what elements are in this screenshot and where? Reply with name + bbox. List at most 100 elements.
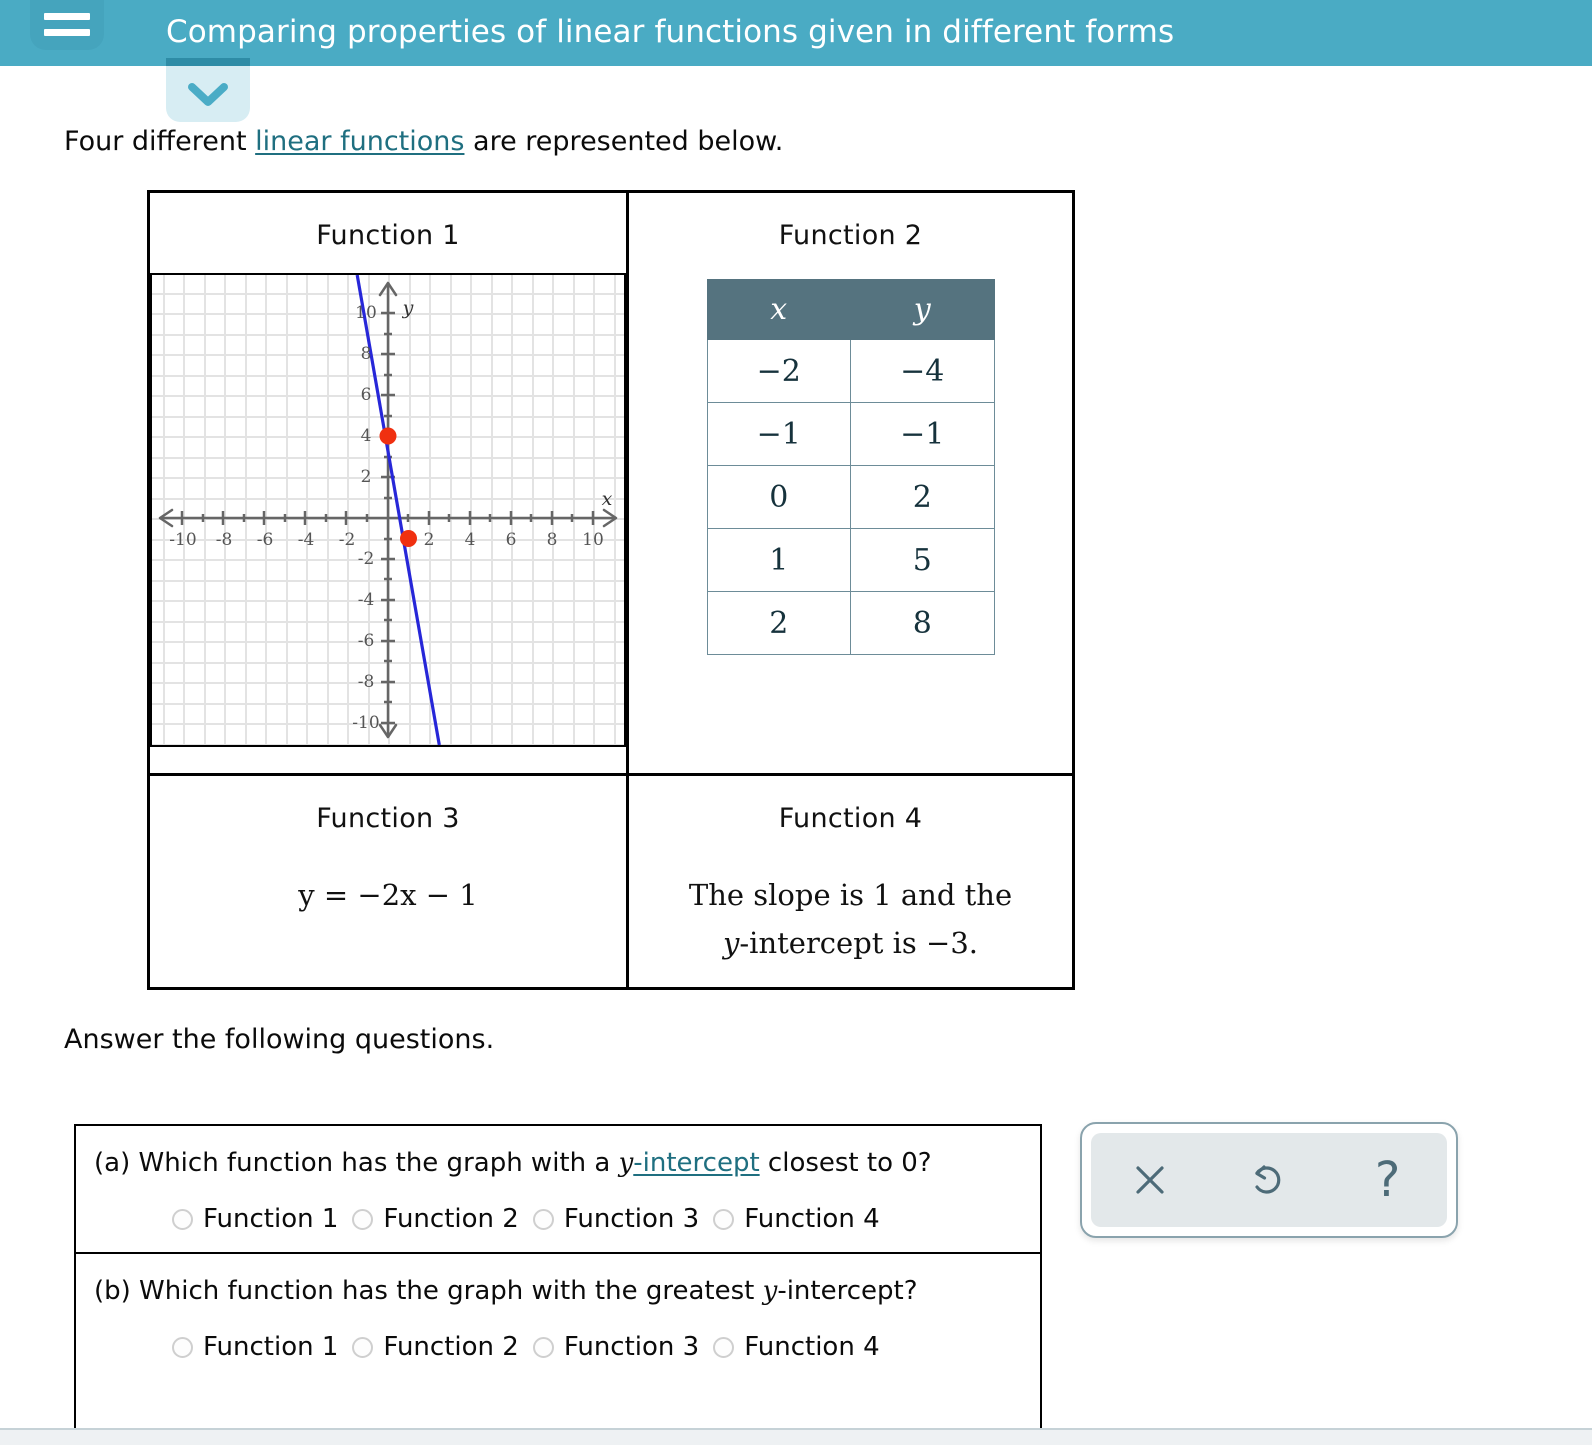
- function-2-table: x y −2 −4 −1 −1 0 2 1 5 2 8: [706, 279, 995, 655]
- question-b-tail: -intercept?: [777, 1276, 918, 1306]
- table-header-x: x: [706, 279, 851, 340]
- app-header: Comparing properties of linear functions…: [0, 0, 1592, 66]
- table-cell-x: −1: [706, 402, 851, 466]
- radio-button[interactable]: [532, 1336, 554, 1358]
- table-cell-x: −2: [706, 339, 851, 403]
- radio-option-label: Function 3: [563, 1332, 700, 1362]
- table-row: 28: [706, 591, 995, 655]
- radio-button[interactable]: [532, 1208, 554, 1230]
- table-row: −2 −4: [706, 339, 995, 403]
- question-b: (b) Which function has the graph with th…: [76, 1252, 1040, 1380]
- radio-option-4[interactable]: Function 4: [713, 1332, 880, 1362]
- y-tick-label: 2: [360, 467, 372, 487]
- table-cell-y: 5: [850, 528, 995, 592]
- radio-option-label: Function 2: [383, 1332, 519, 1362]
- table-cell-y: −4: [850, 339, 995, 403]
- table-row: 02: [706, 465, 995, 529]
- table-cell-x: 2: [706, 591, 851, 655]
- questions-box: (a) Which function has the graph with a …: [74, 1124, 1042, 1445]
- answer-toolbar-inner: ?: [1091, 1133, 1447, 1227]
- radio-option-4[interactable]: Function 4: [713, 1204, 880, 1234]
- function-1-graph: x y -10 -8 -6 -4 -2 2 4 6 8 10 10 8 6 4 2 -2 -4 -6 -8 -10: [150, 273, 626, 747]
- clear-button[interactable]: [1114, 1144, 1186, 1216]
- undo-icon: [1255, 1165, 1281, 1194]
- question-a-label: (a) Which function has the graph with a: [94, 1148, 619, 1178]
- y-tick-label: -4: [357, 590, 375, 610]
- hamburger-icon-bar: [44, 13, 90, 20]
- question-a-options: Function 1 Function 2 Function 3 Function 4: [94, 1204, 1022, 1234]
- x-tick-label: -4: [297, 530, 315, 550]
- y-tick-label: 10: [355, 303, 377, 323]
- question-b-y-symbol: y: [762, 1276, 778, 1306]
- function-2-cell: Function 2 x y −2 −4 −1 −1 0 2 1 5 2 8: [629, 193, 1072, 776]
- linear-functions-link[interactable]: linear functions: [255, 126, 464, 157]
- functions-grid: Function 1 x y -10 -8 -6 -4 -2 2 4 6 8 1…: [147, 190, 1075, 990]
- radio-option-label: Function 4: [744, 1332, 880, 1362]
- question-a-y-symbol: y: [618, 1148, 634, 1178]
- x-tick-label: 10: [582, 530, 604, 550]
- y-tick-label: 4: [360, 426, 372, 446]
- undo-button[interactable]: [1233, 1144, 1305, 1216]
- intercept-link[interactable]: -intercept: [633, 1148, 759, 1178]
- radio-option-1[interactable]: Function 1: [172, 1332, 338, 1362]
- y-tick-label: -8: [357, 672, 375, 692]
- function-3-cell: Function 3 y = −2x − 1: [150, 776, 629, 987]
- table-cell-x: 0: [706, 465, 851, 529]
- function-2-title: Function 2: [778, 220, 923, 251]
- table-cell-y: 8: [850, 591, 995, 655]
- chevron-down-icon: [188, 83, 228, 106]
- y-tick-label: -2: [357, 549, 375, 569]
- radio-button[interactable]: [352, 1336, 374, 1358]
- question-b-label: (b) Which function has the graph with th…: [94, 1276, 763, 1306]
- function-4-line-1: The slope is 1 and the: [688, 878, 1013, 912]
- function-4-line-2-text: -intercept is −3.: [739, 925, 978, 960]
- question-b-options: Function 1 Function 2 Function 3 Function 4: [94, 1332, 1022, 1362]
- function-4-description: The slope is 1 and the y-intercept is −3…: [660, 872, 1041, 968]
- x-tick-label: 2: [423, 530, 435, 550]
- table-row: 15: [706, 528, 995, 592]
- y-tick-label: 8: [360, 344, 372, 364]
- x-tick-label: 6: [505, 530, 517, 550]
- radio-option-2[interactable]: Function 2: [352, 1332, 519, 1362]
- radio-button[interactable]: [352, 1208, 374, 1230]
- radio-option-label: Function 1: [203, 1332, 339, 1362]
- x-tick-label: -6: [256, 530, 274, 550]
- y-tick-label: -6: [357, 631, 375, 651]
- question-a: (a) Which function has the graph with a …: [76, 1126, 1040, 1252]
- radio-option-3[interactable]: Function 3: [532, 1332, 700, 1362]
- table-cell-y: 2: [850, 465, 995, 529]
- function-4-line-2: y-intercept is −3.: [660, 920, 1041, 968]
- radio-option-label: Function 4: [744, 1204, 880, 1234]
- intro-text-before: Four different: [64, 126, 256, 157]
- page-title: Comparing properties of linear functions…: [166, 14, 1175, 50]
- radio-button[interactable]: [713, 1208, 735, 1230]
- question-a-tail: closest to 0?: [759, 1148, 932, 1178]
- x-tick-label: 8: [546, 530, 558, 550]
- radio-button[interactable]: [713, 1336, 735, 1358]
- y-axis-name: y: [402, 297, 414, 319]
- function-4-title: Function 4: [778, 803, 923, 834]
- answer-toolbar: ?: [1080, 1122, 1458, 1238]
- radio-button[interactable]: [172, 1208, 193, 1230]
- table-cell-y: −1: [850, 402, 995, 466]
- close-icon: [1136, 1166, 1164, 1194]
- function-3-equation: y = −2x − 1: [298, 878, 478, 912]
- collapse-toggle-button[interactable]: [166, 66, 250, 122]
- function-1-title: Function 1: [316, 220, 460, 251]
- question-b-text: (b) Which function has the graph with th…: [94, 1276, 1022, 1306]
- function-4-y-symbol: y: [722, 925, 740, 960]
- radio-option-label: Function 1: [203, 1204, 339, 1234]
- radio-option-2[interactable]: Function 2: [352, 1204, 519, 1234]
- hamburger-menu-button[interactable]: [30, 0, 104, 50]
- radio-option-1[interactable]: Function 1: [172, 1204, 338, 1234]
- x-tick-label: -2: [338, 530, 356, 550]
- radio-button[interactable]: [172, 1336, 193, 1358]
- intro-text: Four different linear functions are repr…: [64, 126, 783, 157]
- table-row: −1 −1: [706, 402, 995, 466]
- help-button[interactable]: ?: [1352, 1144, 1424, 1216]
- radio-option-label: Function 3: [563, 1204, 700, 1234]
- graph-axes: x y -10 -8 -6 -4 -2 2 4 6 8 10 10 8 6 4 2 -2 -4 -6 -8 -10: [152, 275, 624, 745]
- x-tick-label: -10: [169, 530, 197, 550]
- radio-option-3[interactable]: Function 3: [532, 1204, 700, 1234]
- x-tick-label: 4: [464, 530, 476, 550]
